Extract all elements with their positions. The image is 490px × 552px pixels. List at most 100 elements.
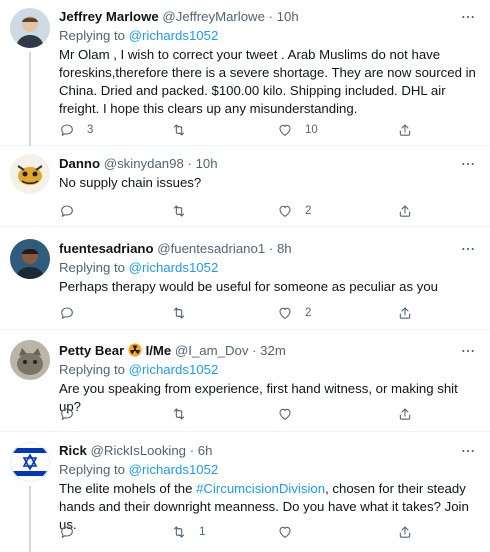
avatar[interactable] <box>10 239 50 279</box>
tweet-header: Danno @skinydan98 · 10h <box>59 155 476 173</box>
thread-line <box>29 52 31 146</box>
display-name[interactable]: Jeffrey Marlowe <box>59 9 159 24</box>
timestamp[interactable]: 8h <box>277 241 292 256</box>
more-icon[interactable] <box>460 443 476 459</box>
avatar[interactable] <box>10 8 50 48</box>
reply-icon <box>59 203 75 219</box>
timestamp[interactable]: 10h <box>277 9 299 24</box>
share-button[interactable] <box>397 304 413 322</box>
more-icon[interactable] <box>460 156 476 172</box>
share-icon <box>397 305 413 321</box>
timestamp[interactable]: 6h <box>198 443 213 458</box>
separator-dot: · <box>268 241 274 256</box>
retweet-button[interactable] <box>171 405 199 423</box>
tweet[interactable]: Petty Bear I/Me @I_am_Dov · 32m Replying… <box>0 330 490 432</box>
tweet-header: Petty Bear I/Me @I_am_Dov · 32m <box>59 342 476 360</box>
retweet-button[interactable] <box>171 202 199 220</box>
tweet[interactable]: Rick @RickIsLooking · 6h Replying to @ri… <box>0 432 490 552</box>
like-count: 10 <box>305 124 318 136</box>
tweet-header: Jeffrey Marlowe @JeffreyMarlowe · 10h <box>59 8 476 26</box>
retweet-button[interactable]: 1 <box>171 523 205 541</box>
reply-icon <box>59 524 75 540</box>
display-name[interactable]: fuentesadriano <box>59 241 154 256</box>
replying-to: Replying to @richards1052 <box>59 361 476 379</box>
tweet-text: No supply chain issues? <box>59 175 202 190</box>
avatar[interactable] <box>10 442 50 482</box>
like-button[interactable] <box>277 523 305 541</box>
retweet-icon <box>171 524 187 540</box>
separator-dot: · <box>252 343 257 358</box>
tweet[interactable]: fuentesadriano @fuentesadriano1 · 8h Rep… <box>0 227 490 330</box>
retweet-icon <box>171 406 187 422</box>
retweet-icon <box>171 305 187 321</box>
tweet-text: Perhaps therapy would be useful for some… <box>59 279 438 294</box>
replying-to-handle[interactable]: @richards1052 <box>129 260 219 275</box>
user-handle[interactable]: @fuentesadriano1 <box>157 241 265 256</box>
like-button[interactable]: 2 <box>277 304 311 322</box>
display-name[interactable]: Danno <box>59 156 100 171</box>
share-button[interactable] <box>397 405 413 423</box>
reply-icon <box>59 122 75 138</box>
like-count: 2 <box>305 205 312 217</box>
more-icon[interactable] <box>460 241 476 257</box>
like-button[interactable]: 2 <box>277 202 311 220</box>
like-icon <box>277 122 293 138</box>
more-icon[interactable] <box>460 9 476 25</box>
reply-icon <box>59 406 75 422</box>
retweet-button[interactable] <box>171 121 199 139</box>
more-icon[interactable] <box>460 343 476 359</box>
retweet-button[interactable] <box>171 304 199 322</box>
share-button[interactable] <box>397 202 413 220</box>
hashtag-link[interactable]: #CircumcisionDivision <box>196 481 325 496</box>
replying-to-handle[interactable]: @richards1052 <box>129 362 219 377</box>
share-button[interactable] <box>397 523 413 541</box>
replying-to-handle[interactable]: @richards1052 <box>129 28 219 43</box>
replying-to-label: Replying to <box>59 362 125 377</box>
like-icon <box>277 305 293 321</box>
reply-button[interactable] <box>59 304 87 322</box>
tweet[interactable]: Jeffrey Marlowe @JeffreyMarlowe · 10h Re… <box>0 0 490 146</box>
share-button[interactable] <box>397 121 413 139</box>
reply-button[interactable] <box>59 202 87 220</box>
share-icon <box>397 524 413 540</box>
user-handle[interactable]: @RickIsLooking <box>91 443 186 458</box>
share-icon <box>397 406 413 422</box>
separator-dot: · <box>268 9 273 24</box>
like-button[interactable] <box>277 405 305 423</box>
user-handle[interactable]: @I_am_Dov <box>175 343 249 358</box>
retweet-icon <box>171 122 187 138</box>
like-button[interactable]: 10 <box>277 121 318 139</box>
display-name[interactable]: Rick <box>59 443 87 458</box>
replying-to: Replying to @richards1052 <box>59 259 476 277</box>
timestamp[interactable]: 32m <box>260 343 286 358</box>
user-handle[interactable]: @skinydan98 <box>104 156 184 171</box>
share-icon <box>397 203 413 219</box>
avatar[interactable] <box>10 340 50 380</box>
tweet-text-part: The elite mohels of the <box>59 481 197 496</box>
display-name[interactable]: Petty Bear <box>59 343 124 358</box>
replying-to-label: Replying to <box>59 462 125 477</box>
retweet-count: 1 <box>199 526 206 538</box>
reply-icon <box>59 305 75 321</box>
share-icon <box>397 122 413 138</box>
replying-to-handle[interactable]: @richards1052 <box>129 462 219 477</box>
tweet-text: Mr Olam , I wish to correct your tweet .… <box>59 47 476 116</box>
display-name-suffix[interactable]: I/Me <box>146 343 172 358</box>
like-count: 2 <box>305 307 312 319</box>
replying-to-label: Replying to <box>59 260 125 275</box>
reply-button[interactable]: 3 <box>59 121 93 139</box>
avatar[interactable] <box>10 154 50 194</box>
separator-dot: · <box>189 443 195 458</box>
tweet[interactable]: Danno @skinydan98 · 10h No supply chain … <box>0 146 490 227</box>
thread-line <box>29 486 31 552</box>
user-handle[interactable]: @JeffreyMarlowe <box>162 9 265 24</box>
like-icon <box>277 203 293 219</box>
reply-button[interactable] <box>59 405 87 423</box>
replying-to-label: Replying to <box>59 28 125 43</box>
tweet-header: fuentesadriano @fuentesadriano1 · 8h <box>59 240 476 258</box>
reply-button[interactable] <box>59 523 87 541</box>
tweet-header: Rick @RickIsLooking · 6h <box>59 442 476 460</box>
timestamp[interactable]: 10h <box>196 156 218 171</box>
like-icon <box>277 406 293 422</box>
reply-count: 3 <box>87 124 94 136</box>
